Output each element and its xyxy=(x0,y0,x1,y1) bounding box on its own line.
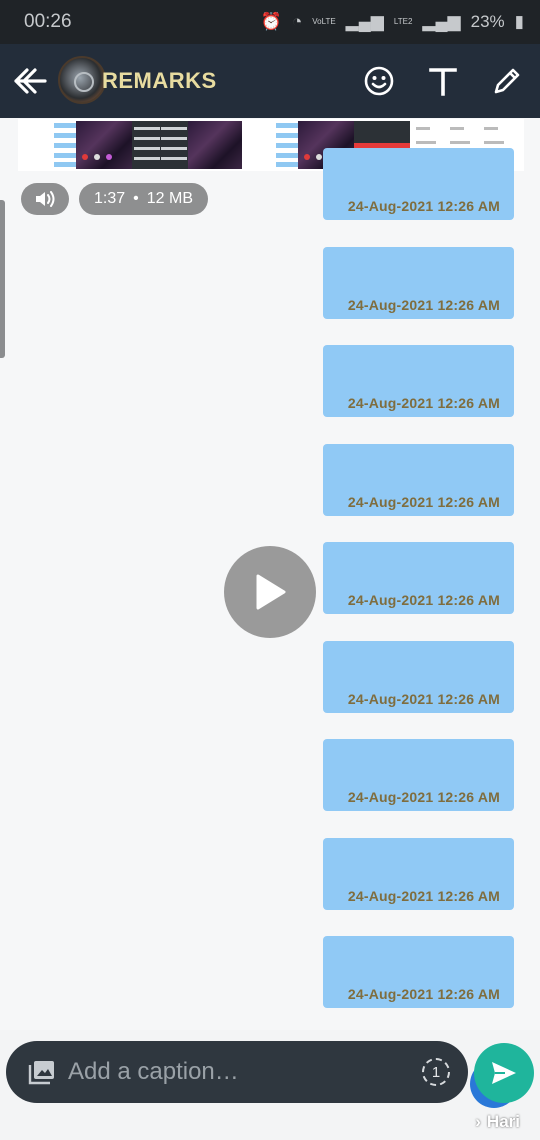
message-bubble[interactable]: 24-Aug-2021 12:26 AM xyxy=(323,148,514,220)
message-time: 24-Aug-2021 12:26 AM xyxy=(347,297,500,313)
wifi-icon: ◔ xyxy=(291,12,303,31)
video-size: 12 MB xyxy=(146,190,193,207)
mute-toggle-button[interactable] xyxy=(21,183,69,215)
message-bubble[interactable]: 24-Aug-2021 12:26 AM xyxy=(323,444,514,516)
pencil-icon xyxy=(494,68,520,94)
signal-icon-2: ▂▄▆ xyxy=(422,12,461,31)
battery-text: 23% xyxy=(470,12,505,31)
emoji-icon xyxy=(364,66,394,96)
back-arrow-icon xyxy=(14,68,47,94)
play-button[interactable] xyxy=(224,546,316,638)
signal-icon: ▂▄▆ xyxy=(345,12,384,31)
text-icon xyxy=(429,68,457,96)
message-bubble[interactable]: 24-Aug-2021 12:26 AM xyxy=(323,641,514,713)
battery-icon: ▮ xyxy=(514,12,524,31)
speaker-icon xyxy=(36,191,55,207)
video-frame xyxy=(188,121,242,169)
message-bubble[interactable]: 24-Aug-2021 12:26 AM xyxy=(323,936,514,1008)
message-time: 24-Aug-2021 12:26 AM xyxy=(347,888,500,904)
draw-button[interactable] xyxy=(488,62,526,100)
status-bar: 00:26 ⏰ ◔ VoLTE ▂▄▆ LTE2 ▂▄▆ 23% ▮ xyxy=(0,0,540,44)
network-label-1: VoLTE xyxy=(312,17,336,26)
info-separator: • xyxy=(133,190,139,207)
emoji-button[interactable] xyxy=(360,62,398,100)
message-time: 24-Aug-2021 12:26 AM xyxy=(347,789,500,805)
message-bubble[interactable]: 24-Aug-2021 12:26 AM xyxy=(323,345,514,417)
send-button[interactable] xyxy=(474,1043,534,1103)
text-tool-button[interactable] xyxy=(424,62,462,100)
video-info-pill: 1:37 • 12 MB xyxy=(79,183,208,215)
caption-input[interactable] xyxy=(68,1041,408,1103)
message-bubble[interactable]: 24-Aug-2021 12:26 AM xyxy=(323,838,514,910)
video-duration: 1:37 xyxy=(94,190,126,207)
editor-actions xyxy=(360,44,526,118)
status-time: 00:26 xyxy=(24,11,72,32)
app-bar: REMARKS xyxy=(0,44,540,118)
message-time: 24-Aug-2021 12:26 AM xyxy=(347,494,500,510)
message-time: 24-Aug-2021 12:26 AM xyxy=(347,198,500,214)
status-icons: ⏰ ◔ VoLTE ▂▄▆ LTE2 ▂▄▆ 23% ▮ xyxy=(261,12,524,32)
edge-handle[interactable] xyxy=(0,200,5,358)
message-bubble[interactable]: 24-Aug-2021 12:26 AM xyxy=(323,247,514,319)
message-bubble[interactable]: 24-Aug-2021 12:26 AM xyxy=(323,542,514,614)
message-time: 24-Aug-2021 12:26 AM xyxy=(347,395,500,411)
video-frame-grid xyxy=(132,121,188,169)
message-bubble[interactable]: 24-Aug-2021 12:26 AM xyxy=(323,739,514,811)
send-icon xyxy=(492,1062,516,1084)
network-label-2: LTE2 xyxy=(393,17,413,26)
recipient-chip[interactable]: › Hari xyxy=(475,1112,520,1132)
avatar[interactable] xyxy=(58,56,106,104)
play-icon xyxy=(256,574,286,610)
caption-bar: 1 xyxy=(6,1041,468,1103)
view-once-button[interactable]: 1 xyxy=(422,1058,450,1086)
video-frame xyxy=(76,121,132,169)
alarm-icon: ⏰ xyxy=(260,12,282,31)
gallery-icon xyxy=(28,1061,54,1085)
message-time: 24-Aug-2021 12:26 AM xyxy=(347,986,500,1002)
gallery-button[interactable] xyxy=(28,1059,56,1090)
message-time: 24-Aug-2021 12:26 AM xyxy=(347,691,500,707)
chat-title: REMARKS xyxy=(102,68,217,93)
chevron-right-icon: › xyxy=(475,1112,481,1131)
message-time: 24-Aug-2021 12:26 AM xyxy=(347,592,500,608)
recipient-name: Hari xyxy=(486,1112,520,1131)
back-button[interactable] xyxy=(0,44,60,118)
